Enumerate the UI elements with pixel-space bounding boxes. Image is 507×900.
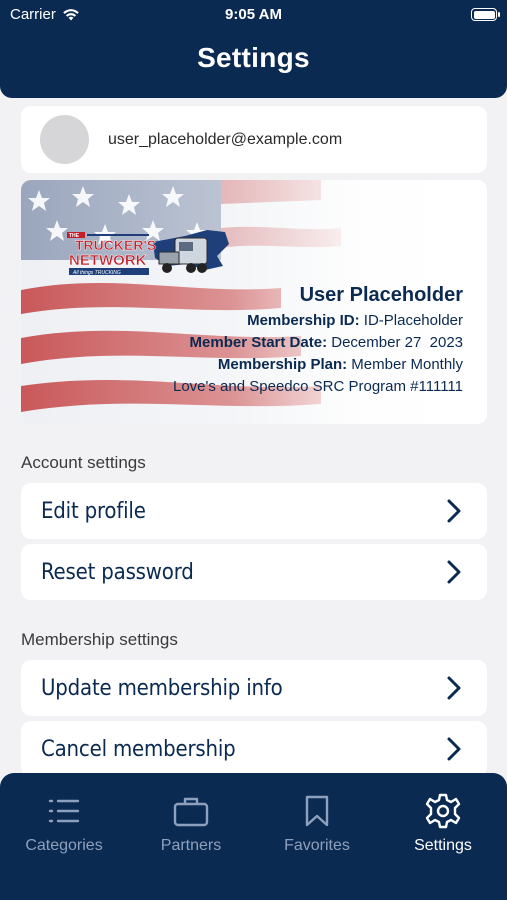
gear-icon [425, 793, 461, 829]
tab-settings-label: Settings [414, 837, 472, 854]
avatar[interactable] [40, 115, 89, 164]
edit-profile-row[interactable]: Edit profile [21, 483, 487, 539]
plan-value: Member Monthly [351, 356, 463, 373]
chevron-right-icon [447, 499, 461, 523]
chevron-right-icon [447, 676, 461, 700]
update-membership-label: Update membership info [41, 675, 283, 701]
battery-icon [471, 8, 500, 21]
membership-settings-label: Membership settings [21, 630, 178, 649]
cancel-membership-row[interactable]: Cancel membership [21, 721, 487, 777]
battery-fill [473, 10, 495, 19]
tab-partners[interactable]: Partners [131, 795, 251, 855]
membership-id-label: Membership ID: [247, 312, 360, 329]
tab-favorites-label: Favorites [284, 837, 350, 854]
status-bar: Carrier 9:05 AM [0, 4, 507, 26]
tab-partners-label: Partners [160, 837, 222, 854]
header: Carrier 9:05 AM Settings [0, 0, 507, 98]
tab-bar: Categories Partners Favorites Settings [0, 773, 507, 900]
tab-categories-label: Categories [25, 837, 103, 854]
reset-password-label: Reset password [41, 559, 194, 585]
plan-label: Membership Plan: [217, 356, 348, 373]
member-info: User Placeholder Membership ID: ID-Place… [173, 282, 463, 398]
membership-card: THE TRUCKER'S NETWORK All things TRUCKIN… [21, 180, 487, 424]
membership-id-value: ID-Placeholder [363, 312, 463, 329]
tab-favorites[interactable]: Favorites [257, 795, 377, 855]
tab-settings[interactable]: Settings [383, 793, 503, 855]
start-date-line: Member Start Date: December 27 2023 [173, 332, 463, 354]
membership-id-line: Membership ID: ID-Placeholder [173, 310, 463, 332]
svg-text:All things TRUCKING: All things TRUCKING [72, 270, 121, 276]
user-account-row[interactable]: user_placeholder@example.com [21, 106, 487, 173]
plan-line: Membership Plan: Member Monthly [173, 354, 463, 376]
cancel-membership-label: Cancel membership [41, 736, 236, 762]
chevron-right-icon [447, 560, 461, 584]
update-membership-row[interactable]: Update membership info [21, 660, 487, 716]
svg-text:NETWORK: NETWORK [69, 252, 147, 269]
status-time: 9:05 AM [225, 6, 282, 23]
chevron-right-icon [447, 737, 461, 761]
start-date-value: December 27 2023 [331, 334, 463, 351]
briefcase-icon [173, 797, 209, 827]
user-email: user_placeholder@example.com [108, 130, 343, 148]
member-name: User Placeholder [299, 284, 463, 306]
page-title: Settings [197, 42, 310, 73]
program-line: Love's and Speedco SRC Program #111111 [173, 378, 463, 395]
bookmark-icon [305, 795, 329, 827]
tab-categories[interactable]: Categories [4, 795, 124, 855]
svg-text:TRUCKER'S: TRUCKER'S [75, 237, 156, 253]
truckers-network-logo: THE TRUCKER'S NETWORK All things TRUCKIN… [67, 230, 229, 276]
account-settings-label: Account settings [21, 453, 146, 472]
list-icon [48, 799, 80, 823]
edit-profile-label: Edit profile [41, 498, 146, 524]
reset-password-row[interactable]: Reset password [21, 544, 487, 600]
start-date-label: Member Start Date: [189, 334, 328, 351]
